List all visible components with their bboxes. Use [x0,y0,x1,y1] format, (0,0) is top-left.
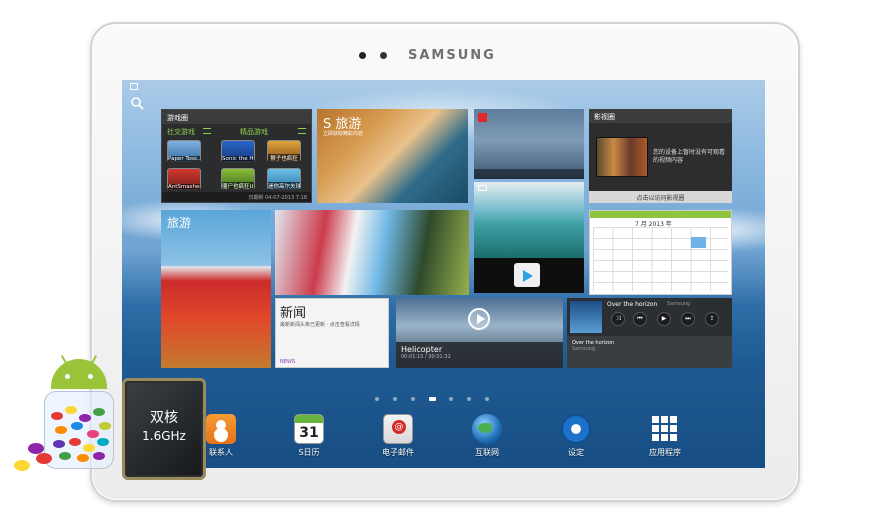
music-lower-panel: Over the horizon Samsung [567,336,732,368]
dock-label: 电子邮件 [382,448,414,457]
home-page-dot[interactable] [393,397,397,401]
home-screen: 游戏圈 社交游戏 精品游戏 Paper Toss... Sonic the He… [122,80,765,468]
list-icon[interactable] [203,128,211,134]
settings-icon [561,414,591,444]
game-tile[interactable]: AntSmasher [167,168,201,190]
android-jelly-bean-mascot [14,355,134,485]
music-player-widget[interactable]: Over the horizon Samsung ⤨ ⏮ ▶ ⏭ ⇪ Over … [567,298,732,368]
calendar-icon: 31 [294,414,324,444]
page-dot-active[interactable] [429,397,436,401]
front-camera [359,52,366,59]
news-title: 新闻 [280,306,307,321]
calendar-today[interactable] [691,237,706,248]
video-time: 00:01:15 / 00:01:32 [401,354,451,360]
play-store-widget[interactable] [474,258,584,293]
photo-widget[interactable] [474,182,584,258]
list-icon[interactable] [298,128,306,134]
video-posters [596,137,648,177]
page-dot[interactable] [485,397,489,401]
dual-core-chip-badge: 双核 1.6GHz [125,381,203,477]
calendar-header-bar [590,211,731,218]
shuffle-icon[interactable]: ⤨ [611,312,625,326]
jelly-bean-jar [44,391,114,469]
news-footer: NEWS [280,359,296,365]
game-hub-widget[interactable]: 游戏圈 社交游戏 精品游戏 Paper Toss... Sonic the He… [161,109,312,203]
travel-title: 旅游 [167,216,192,230]
game-tile[interactable]: 迷你高尔夫球 [267,168,301,190]
dock-settings[interactable]: 设定 [546,414,606,458]
video-player-widget[interactable]: Helicopter 00:01:15 / 00:01:32 [396,298,563,368]
page-dot[interactable] [467,397,471,401]
chip-line-2: 1.6GHz [142,429,186,443]
email-icon [383,414,413,444]
previous-icon[interactable]: ⏮ [633,312,647,326]
android-head [51,355,107,389]
calendar-grid[interactable] [593,227,728,291]
game-tile[interactable]: 猴子也疯狂 [267,140,301,162]
travel-widget[interactable]: 旅游 [161,210,271,368]
gallery-icon [130,83,138,90]
album-art [570,301,602,333]
next-icon[interactable]: ⏭ [681,312,695,326]
calendar-icon-top [295,415,323,423]
game-tile[interactable]: Sonic the He... [221,140,255,162]
dock-label: 互联网 [475,448,499,457]
contacts-icon [206,414,236,444]
lower-song-artist: Samsung [572,346,596,352]
apps-grid-icon [650,414,680,444]
video-hub-button[interactable]: 点击以访问影视圈 [589,191,732,203]
flipboard-widget[interactable] [474,109,584,179]
play-icon[interactable] [468,308,490,330]
s-travel-subtitle: 立即获取精彩内容 [323,131,364,137]
game-tile[interactable]: Paper Toss... [167,140,201,162]
page-dot[interactable] [411,397,415,401]
news-subtitle: 最新新闻头条已更新 · 点击查看详情 [280,322,360,328]
social-games-label: 社交游戏 [167,128,195,136]
video-hub-text: 您的设备上暂时没有可观看的视频内容 [653,149,726,164]
dock-label: S日历 [298,448,320,457]
news-widget[interactable]: 新闻 最新新闻头条已更新 · 点击查看详情 NEWS [275,298,389,368]
dock-email[interactable]: 电子邮件 [368,414,428,458]
chip-line-1: 双核 [150,410,178,426]
video-hub-title: 影视圈 [589,109,732,123]
flipboard-caption [474,169,584,179]
upload-icon[interactable]: ⇪ [705,312,719,326]
play-icon[interactable]: ▶ [657,312,671,326]
dock-apps[interactable]: 应用程序 [635,414,695,458]
brand-logo: SAMSUNG [408,48,496,63]
game-hub-footer: 日期新 04-07-2013 7:18 [162,192,311,202]
play-store-icon [514,263,540,287]
game-tile[interactable]: 僵尸也疯狂UP [221,168,255,190]
song-artist: Samsung [667,301,691,307]
song-title: Over the horizon [607,301,658,308]
video-title: Helicopter [401,345,443,354]
video-hub-widget[interactable]: 影视圈 您的设备上暂时没有可观看的视频内容 点击以访问影视圈 [589,109,732,203]
light-sensor [380,52,387,59]
dock-label: 应用程序 [649,448,681,457]
gallery-icon [478,185,487,191]
calendar-icon-date: 31 [299,425,319,441]
product-stage: SAMSUNG 游戏圈 社交游戏 精品游戏 Paper Toss... Soni… [0,0,880,517]
video-info: Helicopter 00:01:15 / 00:01:32 [396,342,563,368]
page-dot[interactable] [449,397,453,401]
dock-internet[interactable]: 互联网 [457,414,517,458]
ski-photo-widget[interactable] [275,210,469,295]
dock-s-planner[interactable]: 31 S日历 [279,414,339,458]
s-travel-widget[interactable]: S 旅游 立即获取精彩内容 [317,109,468,203]
search-icon[interactable] [130,96,144,110]
globe-icon [472,414,502,444]
flipboard-icon [478,113,487,122]
page-dot[interactable] [375,397,379,401]
premium-games-label: 精品游戏 [240,128,268,136]
dock-label: 设定 [568,448,584,457]
calendar-widget[interactable]: 7 月 2013 年 [589,210,732,295]
game-hub-title: 游戏圈 [162,110,311,124]
